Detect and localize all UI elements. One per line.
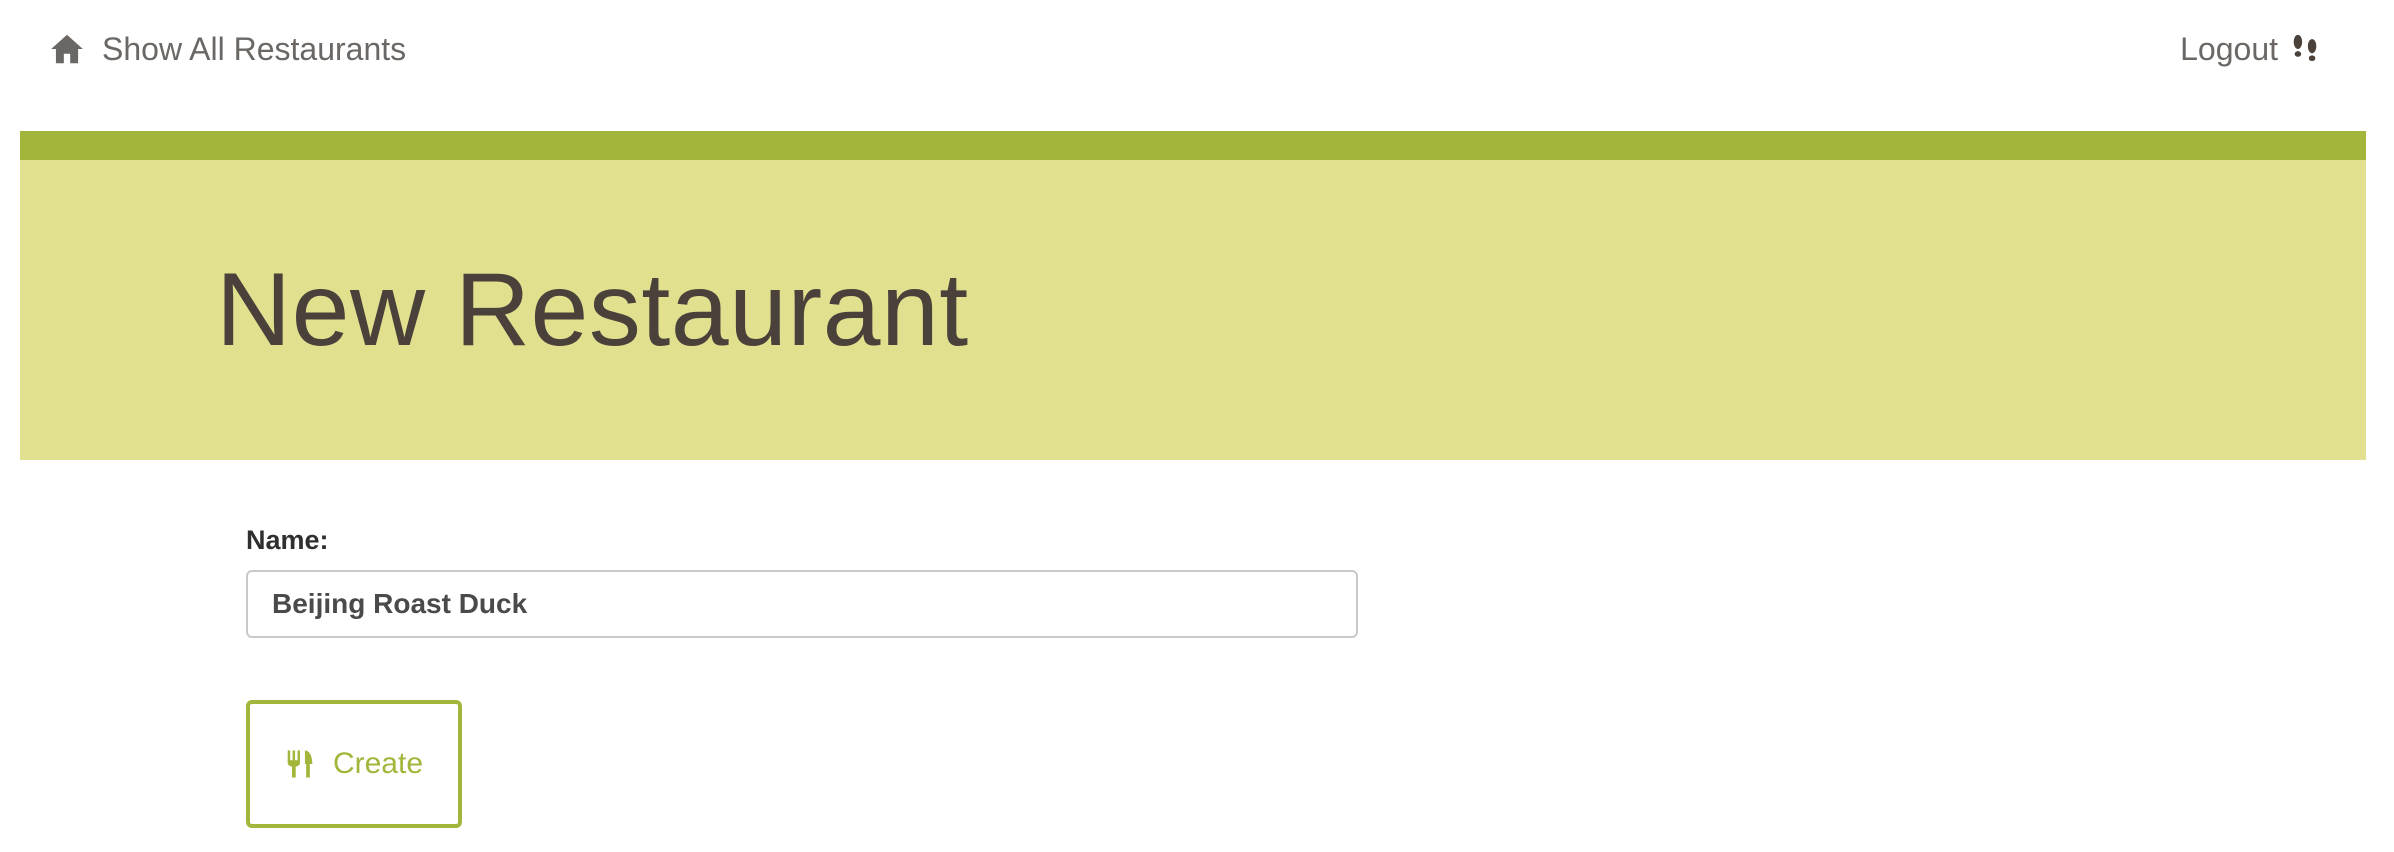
footprints-icon	[2288, 32, 2322, 66]
name-input[interactable]	[246, 570, 1358, 638]
show-all-restaurants-label: Show All Restaurants	[102, 30, 407, 67]
cutlery-icon	[285, 748, 315, 780]
logout-link[interactable]: Logout	[2180, 24, 2322, 74]
show-all-restaurants-link[interactable]: Show All Restaurants	[48, 24, 406, 74]
logout-label: Logout	[2180, 30, 2278, 67]
page-title: New Restaurant	[216, 252, 969, 368]
new-restaurant-form: Name:	[246, 520, 1358, 638]
name-label: Name:	[246, 525, 329, 555]
hero-accent-bar	[20, 131, 2366, 160]
top-navigation: Show All Restaurants Logout	[0, 0, 2394, 100]
hero-banner: New Restaurant	[20, 160, 2366, 460]
home-icon	[48, 30, 86, 68]
create-button-label: Create	[332, 747, 424, 780]
create-button[interactable]: Create	[246, 700, 462, 828]
